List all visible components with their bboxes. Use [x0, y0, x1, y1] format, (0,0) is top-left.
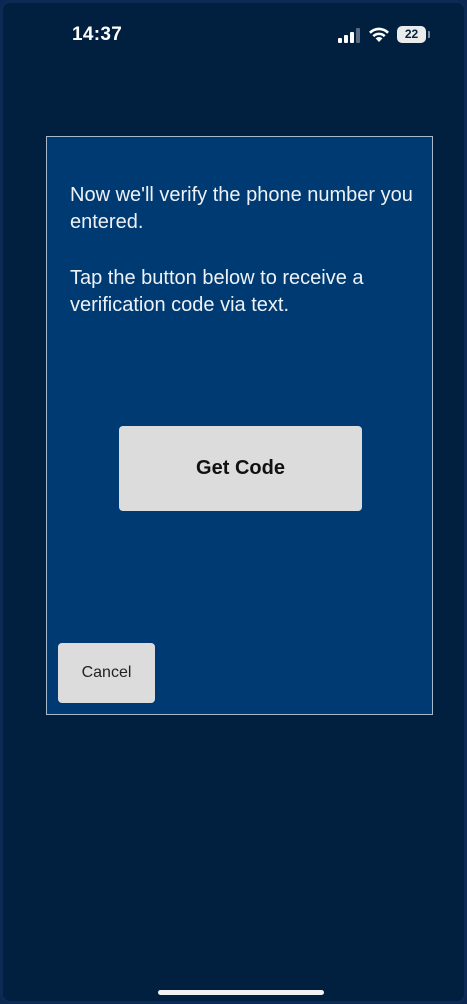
instructions-message: Tap the button below to receive a verifi…: [70, 267, 364, 316]
get-code-button[interactable]: Get Code: [119, 426, 362, 511]
verification-dialog: Now we'll verify the phone number you en…: [46, 136, 433, 715]
cancel-button[interactable]: Cancel: [58, 643, 155, 703]
wifi-icon: [369, 27, 389, 42]
home-indicator[interactable]: [158, 990, 324, 995]
signal-icon: [338, 28, 360, 43]
phone-screen: 14:37 22 Now we'll verify the phone numb…: [0, 0, 467, 1004]
verify-message: Now we'll verify the phone number you en…: [70, 184, 413, 233]
status-bar: 14:37 22: [0, 0, 467, 72]
battery-icon: 22: [397, 26, 431, 43]
battery-level: 22: [397, 26, 426, 43]
status-time: 14:37: [72, 24, 123, 45]
